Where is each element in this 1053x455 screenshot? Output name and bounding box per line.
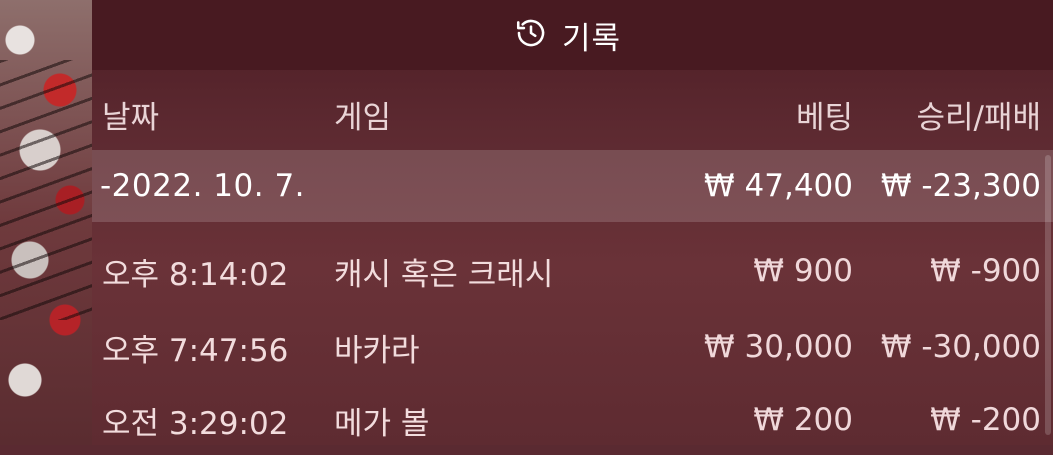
group-date-label: -2022. 10. 7. [100, 168, 306, 204]
group-bet-total: ₩ 47,400 [704, 168, 853, 204]
column-header-date: 날짜 [102, 99, 160, 136]
history-entry-row[interactable]: 오후 8:14:02 캐시 혹은 크래시 ₩ 900 ₩ -900 [92, 236, 1053, 306]
history-header: 기록 [92, 0, 1053, 70]
column-header-row: 날짜 게임 베팅 승리/패배 [92, 82, 1053, 146]
history-title-group: 기록 [514, 13, 621, 58]
entry-bet: ₩ 200 [753, 402, 853, 438]
column-header-bet: 베팅 [795, 99, 853, 136]
history-icon [514, 16, 548, 54]
entry-game: 캐시 혹은 크래시 [334, 256, 554, 293]
history-panel: 기록 날짜 게임 베팅 승리/패배 -2022. 10. 7. ₩ 47,400… [92, 0, 1053, 445]
date-group-row[interactable]: -2022. 10. 7. ₩ 47,400 ₩ -23,300 [92, 150, 1053, 222]
entry-winloss: ₩ -900 [930, 253, 1041, 289]
column-header-game: 게임 [334, 99, 392, 136]
entry-bet: ₩ 900 [753, 253, 853, 289]
group-winloss-total: ₩ -23,300 [880, 168, 1041, 204]
entry-game: 바카라 [334, 332, 420, 369]
column-header-winloss: 승리/패배 [916, 99, 1041, 136]
entry-time: 오후 8:14:02 [102, 256, 289, 293]
history-entry-row[interactable]: 오후 7:47:56 바카라 ₩ 30,000 ₩ -30,000 [92, 312, 1053, 382]
background-blossom-strip [0, 0, 92, 445]
background-branch-pattern [0, 60, 92, 320]
entry-winloss: ₩ -200 [930, 402, 1041, 438]
scrollbar[interactable] [1045, 155, 1051, 435]
entry-winloss: ₩ -30,000 [880, 329, 1041, 365]
entry-bet: ₩ 30,000 [704, 329, 853, 365]
entry-time: 오후 7:47:56 [102, 332, 289, 369]
entry-game: 메가 볼 [334, 405, 430, 442]
page-title: 기록 [561, 20, 622, 57]
entry-time: 오전 3:29:02 [102, 405, 289, 442]
